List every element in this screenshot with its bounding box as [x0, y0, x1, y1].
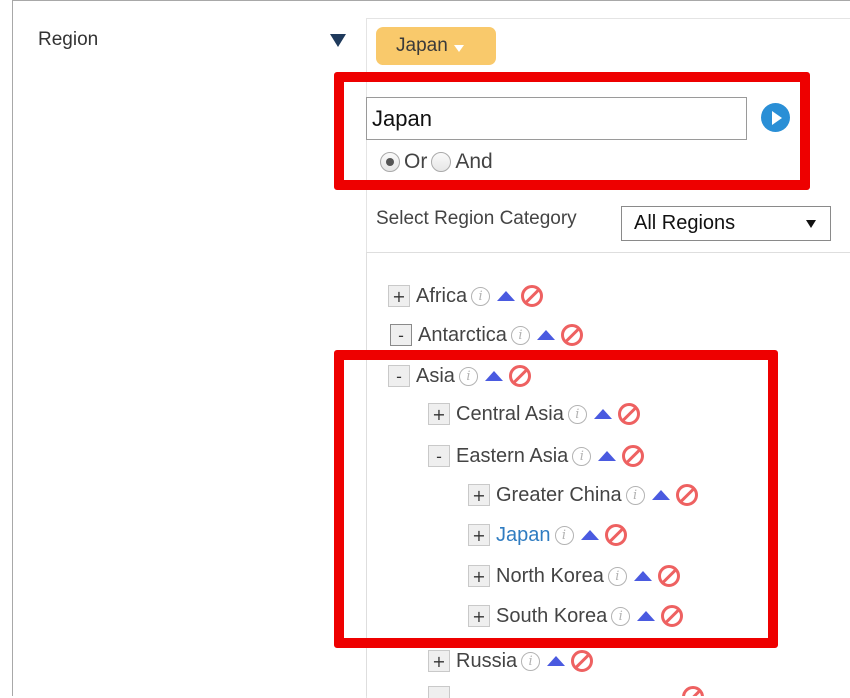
selected-region-tag-label: Japan	[396, 35, 448, 56]
no-entry-icon[interactable]	[521, 285, 544, 307]
chevron-down-icon[interactable]	[453, 44, 464, 52]
tree-node-north-korea: + North Korea i	[468, 563, 680, 589]
info-icon[interactable]: i	[471, 286, 491, 306]
play-icon	[772, 111, 782, 125]
collapse-toggle-icon[interactable]	[330, 34, 346, 47]
info-icon[interactable]: i	[607, 566, 627, 586]
arrow-up-icon[interactable]	[547, 656, 566, 666]
no-entry-icon[interactable]	[571, 650, 594, 672]
region-category-label: Select Region Category	[376, 208, 577, 229]
expand-toggle[interactable]: +	[468, 524, 490, 546]
tree-node-label[interactable]: Eastern Asia	[456, 445, 568, 468]
tree-node-label[interactable]: Africa	[416, 285, 467, 308]
no-entry-icon[interactable]	[682, 686, 704, 696]
no-entry-icon[interactable]	[682, 686, 704, 696]
info-icon[interactable]: i	[510, 325, 530, 345]
tree-node-label[interactable]: Asia	[416, 365, 455, 388]
tree-node-label[interactable]: Central Asia	[456, 403, 564, 426]
expand-toggle[interactable]: +	[428, 650, 450, 672]
tree-node-antarctica: - Antarctica i	[390, 322, 583, 348]
radio-or-label[interactable]: Or	[404, 150, 427, 174]
expand-toggle[interactable]: +	[468, 484, 490, 506]
arrow-up-icon[interactable]	[593, 409, 612, 419]
no-entry-icon[interactable]	[617, 403, 640, 425]
no-entry-icon[interactable]	[604, 524, 627, 546]
tree-node-label[interactable]: South Korea	[496, 605, 607, 628]
tree-node-south-korea: + South Korea i	[468, 603, 684, 629]
tree-node-label-selected[interactable]: Japan	[496, 524, 551, 547]
radio-or[interactable]	[380, 152, 400, 172]
radio-and-label[interactable]: And	[455, 150, 492, 174]
dropdown-arrow-icon	[806, 220, 816, 228]
tree-node-eastern-asia: - Eastern Asia i	[428, 443, 645, 469]
arrow-up-icon[interactable]	[580, 530, 599, 540]
panel-divider	[366, 18, 850, 19]
arrow-up-icon[interactable]	[633, 571, 652, 581]
arrow-up-icon[interactable]	[484, 371, 503, 381]
region-field-label: Region	[38, 29, 99, 50]
info-icon[interactable]: i	[521, 651, 541, 671]
tree-node-japan: + Japan i	[468, 522, 627, 548]
tree-node-label[interactable]: Antarctica	[418, 324, 507, 347]
collapse-toggle[interactable]: -	[428, 445, 450, 467]
tree-node-russia: + Russia i	[428, 648, 594, 674]
no-entry-icon[interactable]	[622, 445, 645, 467]
no-entry-icon[interactable]	[657, 565, 680, 587]
no-entry-icon[interactable]	[508, 365, 531, 387]
collapse-toggle[interactable]: -	[388, 365, 410, 387]
no-entry-icon[interactable]	[560, 324, 583, 346]
no-entry-icon[interactable]	[661, 605, 684, 627]
info-icon[interactable]: i	[572, 446, 592, 466]
expand-toggle[interactable]: +	[468, 605, 490, 627]
info-icon[interactable]: i	[554, 525, 574, 545]
tree-node-central-asia: + Central Asia i	[428, 401, 640, 427]
expand-toggle[interactable]	[428, 686, 450, 698]
tree-node-label[interactable]: North Korea	[496, 565, 604, 588]
no-entry-icon[interactable]	[675, 484, 698, 506]
radio-and[interactable]	[431, 152, 452, 172]
match-mode-group: Or And	[380, 147, 497, 177]
radio-selected-dot	[386, 158, 394, 166]
expand-toggle[interactable]: +	[428, 403, 450, 425]
info-icon[interactable]: i	[611, 606, 631, 626]
collapse-toggle[interactable]: -	[390, 324, 412, 346]
info-icon[interactable]: i	[625, 485, 645, 505]
arrow-up-icon[interactable]	[598, 451, 617, 461]
tree-node-partial	[428, 686, 456, 698]
region-search-input[interactable]	[366, 97, 747, 140]
tree-node-africa: + Africa i	[388, 283, 544, 309]
search-go-button[interactable]	[761, 103, 790, 132]
selected-region-tag[interactable]: Japan	[376, 27, 496, 65]
expand-toggle[interactable]: +	[468, 565, 490, 587]
region-category-value: All Regions	[634, 212, 736, 234]
tree-node-greater-china: + Greater China i	[468, 482, 698, 508]
info-icon[interactable]: i	[458, 366, 478, 386]
info-icon[interactable]: i	[567, 404, 587, 424]
tree-node-asia: - Asia i	[388, 363, 531, 389]
region-tree	[366, 252, 850, 696]
expand-toggle[interactable]: +	[388, 285, 410, 307]
arrow-up-icon[interactable]	[497, 291, 516, 301]
arrow-up-icon[interactable]	[637, 611, 656, 621]
arrow-up-icon[interactable]	[651, 490, 670, 500]
region-category-select[interactable]: All Regions	[621, 206, 831, 241]
tree-node-label[interactable]: Russia	[456, 650, 517, 673]
tree-node-label[interactable]: Greater China	[496, 484, 622, 507]
arrow-up-icon[interactable]	[536, 330, 555, 340]
